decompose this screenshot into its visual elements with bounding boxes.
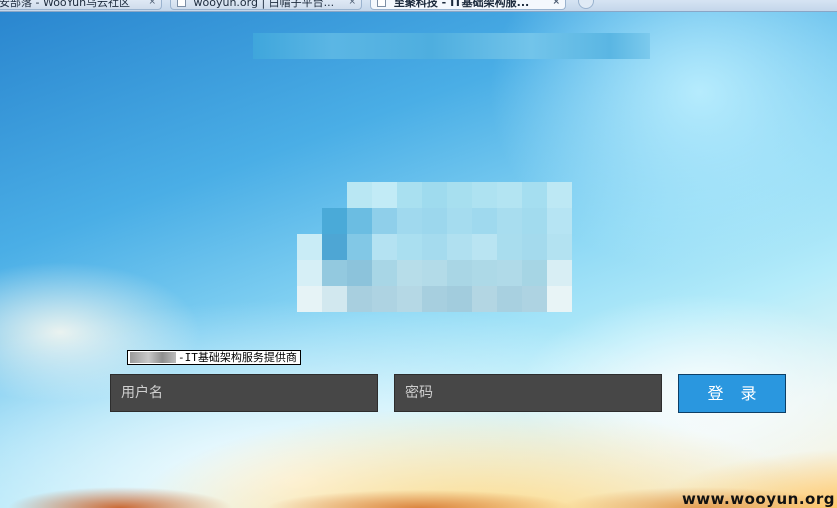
mosaic-tile [347, 234, 372, 260]
mosaic-tile [547, 182, 572, 208]
mosaic-tile [397, 208, 422, 234]
browser-tab-1[interactable]: 安部落 - WooYun乌云社区 × [0, 0, 162, 10]
tab-title: wooyun.org | 白帽子平台... [193, 0, 335, 9]
username-input[interactable] [111, 375, 377, 411]
mosaic-tile [447, 182, 472, 208]
browser-tab-2[interactable]: wooyun.org | 白帽子平台... × [170, 0, 362, 10]
password-input[interactable] [395, 375, 661, 411]
username-field[interactable] [110, 374, 378, 412]
pixelated-title [253, 33, 650, 59]
browser-tab-3[interactable]: 至聚科技 - IT基础架构服... × [370, 0, 566, 10]
mosaic-tile [322, 260, 347, 286]
mosaic-tile [547, 260, 572, 286]
mosaic-tile [497, 234, 522, 260]
pixelated-company-name [130, 352, 176, 363]
mosaic-tile [422, 182, 447, 208]
mosaic-tile [297, 260, 322, 286]
mosaic-tile [347, 260, 372, 286]
mosaic-tile [347, 182, 372, 208]
mosaic-tile [422, 208, 447, 234]
mosaic-tile [372, 286, 397, 312]
company-tagline: -IT基础架构服务提供商 [127, 350, 301, 365]
mosaic-tile [372, 182, 397, 208]
tab-title: 安部落 - WooYun乌云社区 [0, 0, 131, 9]
mosaic-tile [322, 182, 347, 208]
mosaic-tile [447, 208, 472, 234]
login-page: -IT基础架构服务提供商 登 录 www.wooyun.org [0, 12, 837, 508]
mosaic-tile [397, 182, 422, 208]
mosaic-tile [472, 208, 497, 234]
new-tab-button[interactable] [578, 0, 594, 9]
mosaic-tile [522, 260, 547, 286]
tagline-text: -IT基础架构服务提供商 [178, 351, 297, 364]
mosaic-tile [472, 182, 497, 208]
mosaic-tile [497, 260, 522, 286]
mosaic-tile [422, 260, 447, 286]
mosaic-tile [447, 286, 472, 312]
page-icon [377, 0, 386, 7]
mosaic-tile [547, 234, 572, 260]
mosaic-tile [322, 286, 347, 312]
mosaic-tile [472, 234, 497, 260]
mosaic-tile [297, 182, 322, 208]
mosaic-tile [347, 286, 372, 312]
mosaic-tile [472, 260, 497, 286]
mosaic-tile [547, 286, 572, 312]
mosaic-tile [397, 260, 422, 286]
pixelated-logo [297, 182, 572, 312]
close-icon[interactable]: × [148, 0, 156, 9]
mosaic-tile [397, 234, 422, 260]
mosaic-tile [297, 234, 322, 260]
mosaic-tile [547, 208, 572, 234]
mosaic-tile [497, 286, 522, 312]
mosaic-tile [497, 182, 522, 208]
close-icon[interactable]: × [552, 0, 560, 9]
mosaic-tile [372, 260, 397, 286]
close-icon[interactable]: × [348, 0, 356, 9]
mosaic-tile [297, 286, 322, 312]
mosaic-tile [372, 234, 397, 260]
mosaic-tile [522, 234, 547, 260]
mosaic-tile [322, 234, 347, 260]
mosaic-tile [497, 208, 522, 234]
mosaic-tile [447, 234, 472, 260]
mosaic-tile [522, 208, 547, 234]
browser-tab-strip: 安部落 - WooYun乌云社区 × wooyun.org | 白帽子平台...… [0, 0, 837, 12]
mosaic-tile [522, 286, 547, 312]
mosaic-tile [422, 286, 447, 312]
mosaic-tile [297, 208, 322, 234]
tab-title: 至聚科技 - IT基础架构服... [393, 0, 530, 9]
mosaic-tile [422, 234, 447, 260]
mosaic-tile [347, 208, 372, 234]
mosaic-tile [447, 260, 472, 286]
mosaic-tile [372, 208, 397, 234]
watermark: www.wooyun.org [681, 490, 835, 508]
mosaic-tile [397, 286, 422, 312]
mosaic-tile [322, 208, 347, 234]
mosaic-tile [472, 286, 497, 312]
mosaic-tile [522, 182, 547, 208]
password-field[interactable] [394, 374, 662, 412]
page-icon [177, 0, 186, 7]
login-button[interactable]: 登 录 [678, 374, 786, 413]
